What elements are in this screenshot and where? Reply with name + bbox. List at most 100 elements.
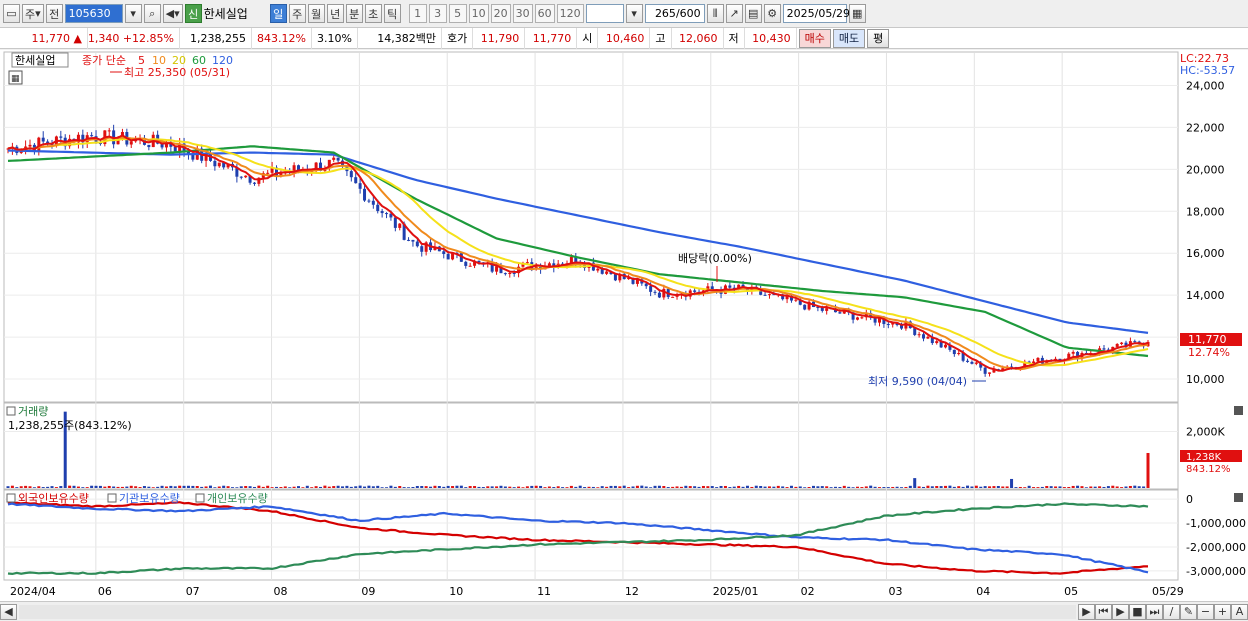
minute-120[interactable]: 120 <box>556 4 584 23</box>
candle-body <box>213 160 217 167</box>
holdings-y-tick: -1,000,000 <box>1186 517 1246 530</box>
volume-bar <box>842 485 846 488</box>
count-input[interactable]: 265/600 <box>644 4 705 23</box>
minute-20[interactable]: 20 <box>490 4 511 23</box>
individual-checkbox[interactable] <box>195 493 205 503</box>
volume-bar <box>182 485 186 488</box>
volume-bar <box>1098 486 1102 488</box>
buy-button[interactable]: 매수 <box>798 28 831 48</box>
minute-60[interactable]: 60 <box>534 4 555 23</box>
volume-bar <box>922 486 926 488</box>
minute-1[interactable]: 1 <box>408 4 427 23</box>
volume-bar <box>499 485 503 488</box>
volume-bar <box>257 485 261 488</box>
volume-bar <box>1137 486 1141 488</box>
tab-year[interactable]: 년 <box>326 4 344 23</box>
volume-bar <box>556 486 560 488</box>
quote-bar: 11,770 ▲ 1,340 +12.85% 1,238,255 843.12%… <box>0 27 1248 49</box>
volume-tag-text: 1,238K <box>1186 452 1222 463</box>
dropdown-icon[interactable]: ▾ <box>124 4 142 23</box>
institution-checkbox[interactable] <box>107 493 117 503</box>
volume-panel-checkbox[interactable] <box>6 406 16 416</box>
volume-bar <box>72 485 76 488</box>
volume-bar <box>609 485 613 488</box>
candle-body <box>952 349 956 355</box>
market-select[interactable]: 주 ▾ <box>22 4 44 23</box>
volume-bar <box>970 486 974 488</box>
volume-bar <box>891 486 895 488</box>
institution-label: 기관보유수량 <box>119 492 180 505</box>
indicator-icon[interactable]: ↗ <box>725 4 743 23</box>
volume-bar <box>332 486 336 488</box>
candle-type-icon[interactable]: ⫴ <box>706 4 724 23</box>
scroll-track[interactable] <box>19 604 1076 619</box>
volume-bar <box>270 487 274 488</box>
stock-chart[interactable]: 2024/04 06 07 08 09 10 11 12 2025/01 02 03 04 05 05/2… <box>0 50 1248 601</box>
volume-bar <box>385 487 389 488</box>
volume-bar <box>657 485 661 488</box>
price-value: 11,770 <box>31 31 71 45</box>
volume-bar <box>895 486 899 488</box>
volume-bar <box>913 478 917 488</box>
save-icon[interactable]: ▤ <box>744 4 762 23</box>
custom-period-input[interactable] <box>585 4 624 23</box>
tab-month[interactable]: 월 <box>307 4 325 23</box>
minute-3[interactable]: 3 <box>428 4 447 23</box>
candle-body <box>1102 348 1106 350</box>
candle-body <box>860 317 864 319</box>
volume-bar <box>24 485 28 488</box>
minute-5[interactable]: 5 <box>448 4 467 23</box>
volume-bar <box>820 486 824 488</box>
volume-bar <box>1142 486 1146 488</box>
auto-scale-icon[interactable]: A <box>1231 603 1248 620</box>
volume-value: 1,238,255주(843.12%) <box>8 419 132 432</box>
volume-panel-close-icon[interactable] <box>1234 406 1243 415</box>
play-icon[interactable]: ▶ <box>1112 603 1129 620</box>
tab-tick[interactable]: 틱 <box>383 4 401 23</box>
flat-button[interactable]: 평 <box>867 28 890 48</box>
candle-body <box>349 171 353 178</box>
draw-tool-icon[interactable]: ✎ <box>1180 603 1197 620</box>
rewind-icon[interactable]: ⏮ <box>1095 603 1112 620</box>
minute-10[interactable]: 10 <box>468 4 489 23</box>
volume-bar <box>200 486 204 488</box>
sell-button[interactable]: 매도 <box>832 28 866 48</box>
tab-minute[interactable]: 분 <box>345 4 363 23</box>
volume-bar <box>917 486 921 488</box>
candle-body <box>147 144 151 148</box>
minute-30[interactable]: 30 <box>512 4 533 23</box>
gear-icon[interactable]: ⚙ <box>763 4 781 23</box>
custom-period-dropdown-icon[interactable]: ▾ <box>625 4 643 23</box>
tab-week[interactable]: 주 <box>288 4 306 23</box>
speaker-icon[interactable]: ◀▾ <box>162 4 183 23</box>
stock-code-input[interactable]: 105630 <box>64 4 123 23</box>
volume-bar <box>596 487 600 488</box>
volume-bar <box>957 486 961 488</box>
zoom-in-icon[interactable]: + <box>1214 603 1231 620</box>
change-pct: +12.85% <box>122 31 174 45</box>
scroll-left-icon[interactable]: ◀ <box>0 603 17 620</box>
candle-body <box>336 157 340 161</box>
tab-second[interactable]: 초 <box>364 4 382 23</box>
zoom-out-icon[interactable]: − <box>1197 603 1214 620</box>
candle-body <box>966 360 970 362</box>
candle-body <box>922 334 926 339</box>
date-input[interactable]: 2025/05/29 <box>782 4 850 23</box>
search-icon[interactable]: ⌕ <box>143 4 161 23</box>
calendar-icon[interactable]: ▦ <box>848 4 866 23</box>
stop-icon[interactable]: ■ <box>1129 603 1146 620</box>
window-icon[interactable]: ▭ <box>3 4 20 23</box>
foreign-checkbox[interactable] <box>6 493 16 503</box>
candle-body <box>252 182 256 184</box>
volume-bar <box>283 486 287 488</box>
volume-bar <box>288 487 292 488</box>
holdings-panel-close-icon[interactable] <box>1234 493 1243 502</box>
prev-button[interactable]: 전 <box>45 4 63 23</box>
scroll-right-icon[interactable]: ▶ <box>1078 603 1095 620</box>
volume-bar <box>578 485 582 488</box>
tab-day[interactable]: 일 <box>269 4 287 23</box>
draw-line-icon[interactable]: ∕ <box>1163 603 1180 620</box>
volume-bar <box>235 487 239 488</box>
fast-forward-icon[interactable]: ⏭ <box>1146 603 1163 620</box>
volume-bar <box>785 487 789 488</box>
